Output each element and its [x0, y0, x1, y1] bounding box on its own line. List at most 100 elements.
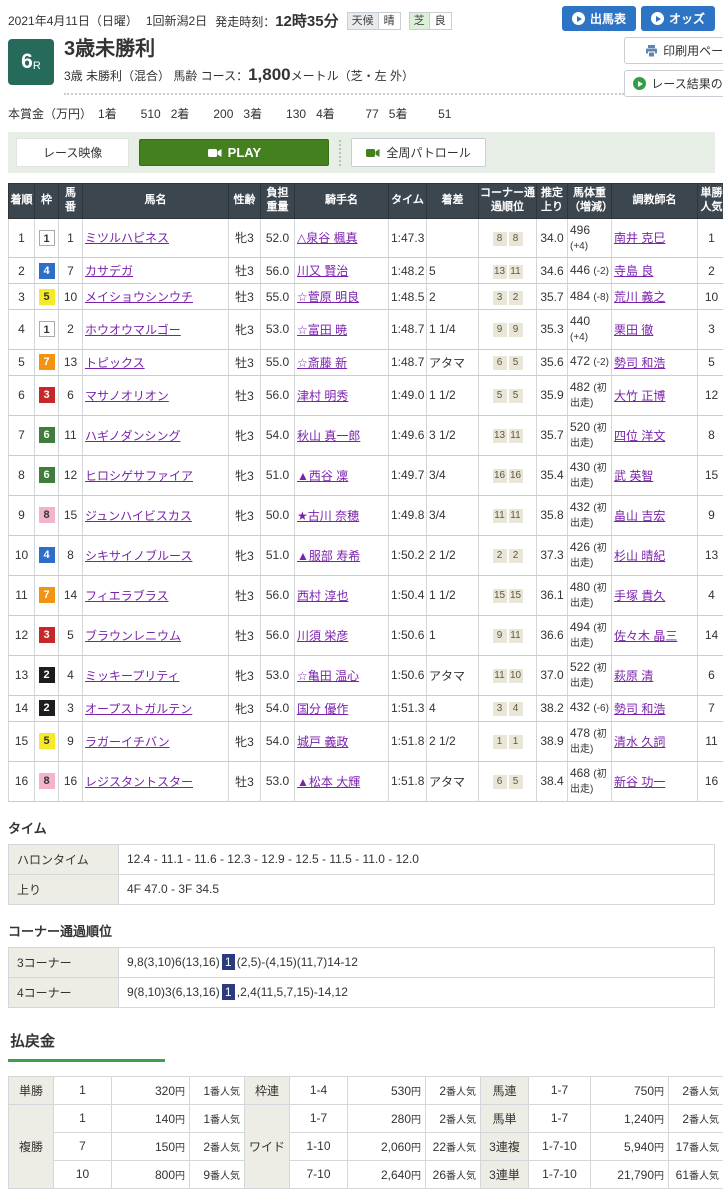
trainer-cell: 畠山 吉宏	[612, 495, 698, 535]
prize-item: 1着510	[98, 105, 161, 122]
race-date: 2021年4月11日（日曜）	[8, 12, 138, 29]
margin: 1 1/4	[427, 310, 479, 350]
trainer-link[interactable]: 勢司 和浩	[614, 702, 665, 716]
finish-position: 6	[9, 375, 35, 415]
jockey-cell: 川又 賢治	[295, 258, 389, 284]
body-weight-change: (+4)	[570, 241, 588, 252]
jockey-link[interactable]: ☆富田 暁	[297, 323, 347, 337]
odds-button[interactable]: オッズ	[641, 6, 715, 31]
horse-link[interactable]: ラガーイチバン	[85, 735, 170, 749]
trainer-link[interactable]: 手塚 貴久	[614, 589, 665, 603]
jockey-link[interactable]: 国分 優作	[297, 702, 348, 716]
jockey-link[interactable]: ☆亀田 温心	[297, 669, 359, 683]
horse-link[interactable]: ヒロシゲサファイア	[85, 469, 193, 483]
prize-item: 3着130	[243, 105, 306, 122]
jockey-link[interactable]: ▲西谷 凜	[297, 469, 348, 483]
prize-amount: 51	[421, 107, 451, 121]
corner-position-badge: 11	[493, 509, 507, 523]
horse-link[interactable]: レジスタントスター	[85, 775, 193, 789]
trainer-link[interactable]: 武 英智	[614, 469, 653, 483]
corner-position-badge: 15	[493, 589, 507, 603]
margin: 1 1/2	[427, 375, 479, 415]
trainer-link[interactable]: 寺島 良	[614, 264, 653, 278]
play-button[interactable]: PLAY	[139, 139, 329, 166]
bet-type-label: 3連単	[481, 1160, 529, 1188]
horse-link[interactable]: メイショウシンウチ	[85, 290, 193, 304]
corner4-order-before: 9(8,10)3(6,13,16)	[127, 985, 220, 999]
trainer-link[interactable]: 四位 洋文	[614, 429, 665, 443]
trainer-link[interactable]: 佐々木 晶三	[614, 629, 677, 643]
horse-link[interactable]: ハギノダンシング	[85, 429, 181, 443]
corner-position-badge: 3	[493, 291, 507, 305]
payout-combination: 7-10	[290, 1160, 348, 1188]
race-info: 3歳未勝利 3歳 未勝利（混合） 馬齢 コース：1,800メートル（芝・左 外）	[54, 37, 624, 97]
payout-popularity: 2番人気	[669, 1076, 723, 1104]
result-guide-button[interactable]: レース結果の見方	[624, 70, 723, 97]
trainer-link[interactable]: 杉山 晴紀	[614, 549, 665, 563]
trainer-link[interactable]: 新谷 功一	[614, 775, 665, 789]
bet-type-label: 枠連	[245, 1076, 290, 1104]
horse-link[interactable]: ホウオウマルゴー	[85, 323, 181, 337]
payout-popularity: 2番人気	[190, 1132, 245, 1160]
trainer-link[interactable]: 萩原 清	[614, 669, 653, 683]
horse-link[interactable]: オープストガルテン	[85, 702, 192, 716]
horse-link[interactable]: ジュンハイビスカス	[85, 509, 192, 523]
jockey-link[interactable]: ☆斎藤 新	[297, 356, 347, 370]
jockey-link[interactable]: ★古川 奈穂	[297, 509, 359, 523]
race-number: 6	[21, 50, 33, 74]
trainer-link[interactable]: 荒川 義之	[614, 290, 665, 304]
frame-number-badge: 2	[39, 700, 55, 716]
horse-link[interactable]: トピックス	[85, 356, 145, 370]
jockey-link[interactable]: 秋山 真一郎	[297, 429, 360, 443]
horse-link[interactable]: カサデガ	[85, 264, 133, 278]
body-weight-cell: 494 (初出走)	[568, 615, 612, 655]
trainer-link[interactable]: 栗田 徹	[614, 323, 653, 337]
jockey-link[interactable]: 西村 淳也	[297, 589, 348, 603]
horse-link[interactable]: ブラウンレニウム	[85, 629, 181, 643]
win-popularity: 1	[698, 218, 723, 258]
last-3f-time: 35.4	[537, 455, 568, 495]
last-3f-time: 35.3	[537, 310, 568, 350]
popularity-suffix: 番人気	[689, 1087, 719, 1098]
horse-link[interactable]: ミッキープリティ	[85, 669, 180, 683]
horse-name-cell: シキサイノブルース	[83, 535, 229, 575]
arrow-circle-icon	[633, 77, 646, 90]
trainer-link[interactable]: 勢司 和浩	[614, 356, 665, 370]
trainer-link[interactable]: 大竹 正博	[614, 389, 665, 403]
body-weight-change: (+4)	[570, 332, 588, 343]
body-weight-cell: 472 (-2)	[568, 349, 612, 375]
jockey-link[interactable]: ▲服部 寿希	[297, 549, 360, 563]
trainer-cell: 四位 洋文	[612, 415, 698, 455]
jockey-link[interactable]: 川須 栄彦	[297, 629, 348, 643]
trainer-link[interactable]: 清水 久詞	[614, 735, 665, 749]
corner-positions: 911	[479, 615, 537, 655]
turf-condition-badge: 芝 良	[409, 12, 452, 30]
jockey-link[interactable]: 川又 賢治	[297, 264, 348, 278]
trainer-link[interactable]: 南井 克巳	[614, 231, 665, 245]
horse-number: 11	[59, 415, 83, 455]
horse-link[interactable]: ミツルハピネス	[85, 231, 169, 245]
print-page-button[interactable]: 印刷用ページ	[624, 37, 723, 64]
result-row: 1235ブラウンレニウム牡356.0川須 栄彦1:50.6191136.6494…	[9, 615, 723, 655]
frame-number-badge: 3	[39, 627, 55, 643]
patrol-video-button[interactable]: 全周パトロール	[351, 138, 485, 167]
jockey-link[interactable]: ☆菅原 明良	[297, 290, 359, 304]
jockey-link[interactable]: △泉谷 楓真	[297, 231, 358, 245]
frame-cell: 5	[35, 721, 59, 761]
horse-link[interactable]: マサノオリオン	[85, 389, 169, 403]
corner-position-badge: 11	[509, 429, 523, 443]
horse-name-cell: ミツルハピネス	[83, 218, 229, 258]
horse-link[interactable]: フィエラブラス	[85, 589, 169, 603]
corner-position-badge: 11	[509, 265, 523, 279]
payout-combination: 1	[54, 1104, 112, 1132]
popularity-suffix: 番人気	[689, 1171, 719, 1182]
weather-badge: 天候 晴	[347, 12, 401, 30]
jockey-link[interactable]: ▲松本 大輝	[297, 775, 360, 789]
jockey-link[interactable]: 城戸 義政	[297, 735, 348, 749]
horse-link[interactable]: シキサイノブルース	[85, 549, 192, 563]
win-popularity: 6	[698, 655, 723, 695]
payout-amount: 150円	[112, 1132, 190, 1160]
entries-button[interactable]: 出馬表	[562, 6, 636, 31]
jockey-link[interactable]: 津村 明秀	[297, 389, 348, 403]
trainer-link[interactable]: 畠山 吉宏	[614, 509, 665, 523]
